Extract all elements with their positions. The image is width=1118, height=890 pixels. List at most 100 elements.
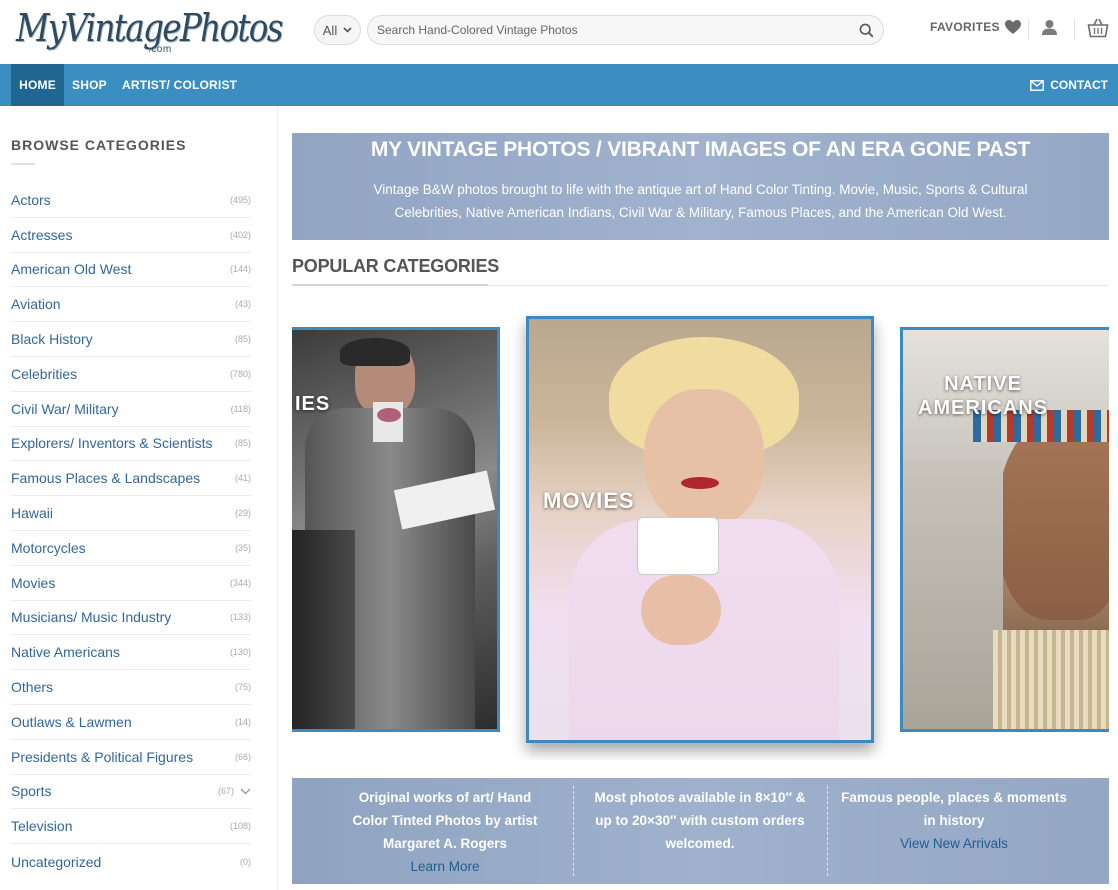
sidebar-category-item[interactable]: Celebrities (780) <box>11 357 251 392</box>
sidebar-category-item[interactable]: Motorcycles (35) <box>11 531 251 566</box>
category-count-text: (133) <box>229 612 251 623</box>
sidebar-category-count: (133) <box>230 612 251 622</box>
nav-home[interactable]: HOME <box>11 64 64 106</box>
sidebar-category-label[interactable]: Actresses <box>11 227 72 243</box>
category-count-text: (75) <box>234 682 251 693</box>
photo-figure-card <box>637 517 719 575</box>
sidebar-category-item[interactable]: Actresses (402) <box>11 218 251 253</box>
sidebar-category-count: (402) <box>230 230 251 240</box>
info-col-history-text: Famous people, places & moments in histo… <box>841 790 1067 828</box>
info-col-artist-text: Original works of art/ Hand Color Tinted… <box>352 790 538 851</box>
sidebar-category-item[interactable]: Famous Places & Landscapes (41) <box>11 461 251 497</box>
sidebar-category-item[interactable]: Civil War/ Military (118) <box>11 392 251 427</box>
nav-artist-colorist[interactable]: ARTIST/ COLORIST <box>122 64 237 106</box>
envelope-icon <box>1030 79 1045 91</box>
slide-right-label-line2: AMERICANS <box>917 397 1049 419</box>
section-title-underline <box>292 284 488 286</box>
sidebar-category-label[interactable]: Musicians/ Music Industry <box>11 609 171 625</box>
sidebar-category-label[interactable]: Native Americans <box>11 644 120 660</box>
hero-title: MY VINTAGE PHOTOS / VIBRANT IMAGES OF AN… <box>370 138 1031 161</box>
category-count-text: (118) <box>230 403 251 414</box>
account-button[interactable] <box>1041 19 1058 41</box>
sidebar-category-item[interactable]: Outlaws & Lawmen (14) <box>11 705 251 740</box>
nav-contact-label: CONTACT <box>1050 78 1108 92</box>
category-count-text: (144) <box>229 264 251 275</box>
site-header: MyVintagePhotos .com All FAVORITES <box>0 0 1118 64</box>
sidebar-category-item[interactable]: Others (75) <box>11 670 251 705</box>
slide-right-label: NATIVE AMERICANS <box>903 372 1063 420</box>
sidebar-title-underline <box>11 163 35 165</box>
sidebar-category-label[interactable]: Explorers/ Inventors & Scientists <box>11 435 213 451</box>
photo-figure-hands <box>641 575 721 645</box>
favorites-link[interactable]: FAVORITES <box>930 19 1022 35</box>
sidebar-category-label[interactable]: Outlaws & Lawmen <box>11 714 132 730</box>
search-icon <box>859 23 873 37</box>
logo-suffix: .com <box>148 44 172 55</box>
slide-center-label: MOVIES <box>543 488 635 513</box>
site-logo[interactable]: MyVintagePhotos .com <box>16 6 284 58</box>
category-list: Actors (495) Actresses (402) American Old We… <box>11 183 251 879</box>
sidebar-category-count: (144) <box>230 264 251 274</box>
sidebar-category-label[interactable]: Uncategorized <box>11 854 101 870</box>
info-col-sizes-text: Most photos available in 8×10″ & up to 2… <box>594 790 806 851</box>
sidebar-category-item[interactable]: Actors (495) <box>11 183 251 218</box>
sidebar-category-label[interactable]: Aviation <box>11 296 61 312</box>
info-col-history: Famous people, places & moments in histo… <box>827 786 1081 855</box>
sidebar-category-item[interactable]: Musicians/ Music Industry (133) <box>11 601 251 636</box>
sidebar-category-count: (495) <box>230 195 251 205</box>
sidebar-category-item[interactable]: Explorers/ Inventors & Scientists (85) <box>11 427 251 462</box>
view-new-arrivals-link[interactable]: View New Arrivals <box>827 832 1081 855</box>
sidebar-category-label[interactable]: Famous Places & Landscapes <box>11 470 200 486</box>
sidebar-category-label[interactable]: Motorcycles <box>11 540 86 556</box>
sidebar-category-count: (29) <box>235 508 251 518</box>
category-count-text: (35) <box>234 542 251 553</box>
slide-left-label: IES <box>295 393 331 415</box>
sidebar-category-label[interactable]: Movies <box>11 575 55 591</box>
sidebar-category-label[interactable]: American Old West <box>11 261 131 277</box>
sidebar-category-item[interactable]: Sports (67) <box>11 775 251 810</box>
sidebar-category-label[interactable]: Presidents & Political Figures <box>11 749 193 765</box>
sidebar-category-item[interactable]: Uncategorized (0) <box>11 844 251 879</box>
chevron-down-icon[interactable] <box>240 788 251 795</box>
sidebar-category-count: (67) <box>218 786 251 796</box>
photo-figure-feathers <box>903 460 1003 729</box>
slide-category-movies[interactable]: MOVIES <box>526 316 874 743</box>
sidebar-category-count: (0) <box>240 857 251 867</box>
learn-more-link[interactable]: Learn More <box>318 855 572 878</box>
photo-figure-beads <box>993 630 1109 729</box>
category-count-text: (0) <box>240 856 251 867</box>
category-slider[interactable]: IES MOVIES NATIVE AMERICANS <box>292 310 1109 760</box>
main-nav: HOME SHOP ARTIST/ COLORIST CONTACT <box>0 64 1118 106</box>
search-input[interactable] <box>368 16 849 44</box>
sidebar-category-label[interactable]: Actors <box>11 192 51 208</box>
nav-contact[interactable]: CONTACT <box>1030 64 1108 106</box>
sidebar-category-item[interactable]: Television (108) <box>11 809 251 845</box>
sidebar-category-label[interactable]: Celebrities <box>11 366 77 382</box>
sidebar-category-count: (85) <box>235 334 251 344</box>
sidebar-category-label[interactable]: Television <box>11 818 72 834</box>
info-band: Original works of art/ Hand Color Tinted… <box>292 778 1109 884</box>
sidebar-category-item[interactable]: Movies (344) <box>11 566 251 601</box>
slide-category-native-americans[interactable]: NATIVE AMERICANS <box>900 327 1109 732</box>
sidebar-category-item[interactable]: Presidents & Political Figures (66) <box>11 740 251 775</box>
sidebar-category-label[interactable]: Sports <box>11 783 51 799</box>
sidebar-category-item[interactable]: Native Americans (130) <box>11 635 251 671</box>
sidebar-category-label[interactable]: Others <box>11 679 53 695</box>
sidebar-category-item[interactable]: American Old West (144) <box>11 253 251 288</box>
sidebar-category-label[interactable]: Hawaii <box>11 505 53 521</box>
cart-button[interactable] <box>1087 17 1109 44</box>
slide-category-left[interactable]: IES <box>292 327 500 732</box>
sidebar-category-item[interactable]: Aviation (43) <box>11 287 251 323</box>
popular-categories-title: POPULAR CATEGORIES <box>292 256 500 276</box>
sidebar-category-item[interactable]: Black History (85) <box>11 322 251 357</box>
header-divider <box>1074 18 1075 40</box>
sidebar-category-count: (118) <box>231 404 251 414</box>
sidebar-category-label[interactable]: Black History <box>11 331 93 347</box>
sidebar-category-count: (35) <box>235 543 251 553</box>
nav-shop[interactable]: SHOP <box>72 64 107 106</box>
hero-banner: MY VINTAGE PHOTOS / VIBRANT IMAGES OF AN… <box>292 133 1109 240</box>
search-category-select[interactable]: All <box>314 15 361 45</box>
search-button[interactable] <box>849 16 883 44</box>
sidebar-category-item[interactable]: Hawaii (29) <box>11 496 251 531</box>
sidebar-category-label[interactable]: Civil War/ Military <box>11 401 119 417</box>
